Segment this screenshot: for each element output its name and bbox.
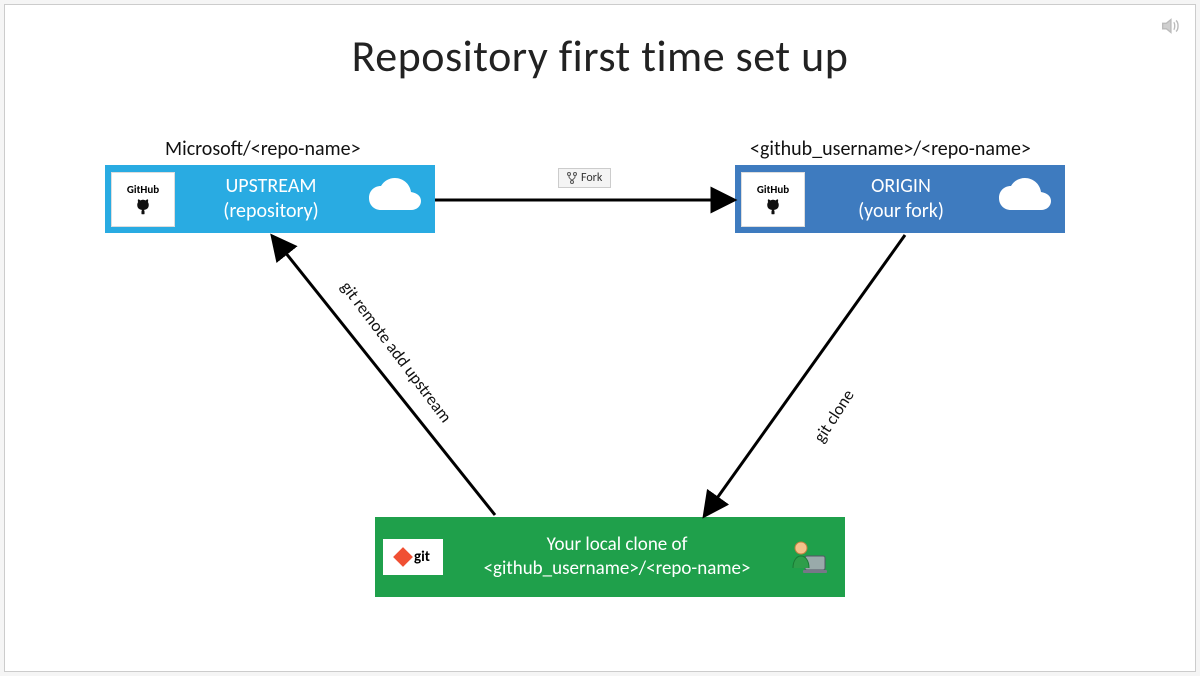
origin-caption: <github_username>/<repo-name>	[750, 137, 1031, 161]
cloud-icon	[361, 176, 435, 222]
upstream-line2: (repository)	[187, 199, 355, 224]
user-computer-icon	[783, 536, 833, 578]
origin-box: GitHub ORIGIN (your fork)	[735, 165, 1065, 233]
slide-title: Repository first time set up	[5, 5, 1195, 83]
upstream-box: GitHub UPSTREAM (repository)	[105, 165, 435, 233]
github-badge: GitHub	[741, 172, 805, 227]
local-line2: <github_username>/<repo-name>	[457, 557, 777, 581]
cloud-icon	[991, 176, 1065, 222]
git-badge: git	[383, 539, 443, 575]
git-diamond-icon	[393, 547, 413, 567]
slide: Repository first time set up Microsoft/<…	[4, 4, 1196, 672]
fork-text: Fork	[581, 171, 602, 185]
arrow-label-clone: git clone	[809, 386, 859, 447]
github-badge-text: GitHub	[757, 183, 789, 196]
origin-line1: ORIGIN	[817, 174, 985, 199]
github-badge: GitHub	[111, 172, 175, 227]
octocat-icon	[762, 198, 784, 216]
audio-icon	[1159, 15, 1181, 42]
local-box: git Your local clone of <github_username…	[375, 517, 845, 597]
fork-icon	[567, 172, 577, 184]
upstream-caption: Microsoft/<repo-name>	[165, 137, 361, 161]
upstream-text: UPSTREAM (repository)	[181, 174, 361, 224]
upstream-line1: UPSTREAM	[187, 174, 355, 199]
local-line1: Your local clone of	[457, 533, 777, 557]
octocat-icon	[132, 198, 154, 216]
git-badge-text: git	[414, 548, 430, 566]
github-badge-text: GitHub	[127, 183, 159, 196]
arrow-label-remote: git remote add upstream	[336, 277, 456, 427]
local-text: Your local clone of <github_username>/<r…	[451, 533, 783, 581]
origin-text: ORIGIN (your fork)	[811, 174, 991, 224]
fork-button-label: Fork	[558, 168, 611, 188]
origin-line2: (your fork)	[817, 199, 985, 224]
